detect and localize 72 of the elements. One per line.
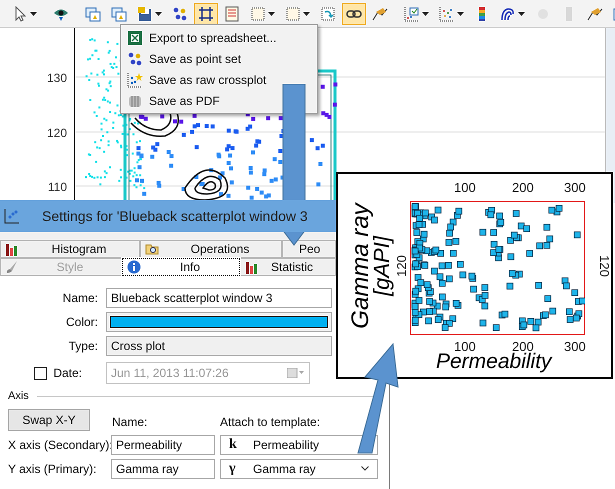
name-field[interactable]: Blueback scatterplot window 3 [106, 288, 332, 308]
color-picker[interactable] [106, 312, 332, 332]
axis-tick-label: 110 [48, 179, 67, 196]
section-title: Axis [8, 389, 29, 404]
folder-search-icon [145, 242, 159, 256]
template-symbol: γ [229, 460, 237, 478]
swap-button[interactable]: Swap X-Y [8, 408, 90, 430]
chevron-down-icon [361, 466, 369, 471]
frame-icon [285, 6, 301, 22]
scatter-icon [127, 50, 143, 66]
caret-icon [268, 12, 275, 16]
field-label: Color: [64, 314, 99, 331]
caret-icon [155, 12, 162, 16]
field-label: Date: [53, 365, 83, 382]
hand-icon [587, 6, 603, 22]
info-icon [127, 260, 141, 274]
calendar-icon [287, 368, 305, 378]
waves-icon [500, 6, 516, 22]
list-icon [224, 6, 240, 22]
field-label: Type: [68, 338, 99, 355]
crossplot-icon [127, 72, 143, 88]
menu-item[interactable]: Export to spreadsheet... [121, 27, 317, 48]
spreadsheet-icon [127, 30, 143, 46]
column-header: Name: [112, 414, 148, 430]
menu-item[interactable]: Save as point set [121, 48, 317, 69]
field-label: Name: [62, 290, 99, 307]
axis-tick-label: 300 [564, 179, 586, 197]
axis-tick-label: 200 [512, 179, 534, 197]
window-title: Settings for 'Blueback scatterplot window 3 [42, 206, 308, 226]
axis-tick-label: 120 [46, 125, 67, 142]
type-field[interactable]: Cross plot [106, 336, 332, 356]
chart-icon [404, 6, 420, 22]
tab[interactable]: Operations [140, 240, 282, 258]
template-dropdown[interactable]: k Permeability [220, 434, 378, 454]
axis-tick-label: 120 [596, 255, 611, 277]
field-label: X axis (Secondary): [8, 436, 111, 454]
bar-chart-icon [245, 260, 259, 274]
toolbar-button[interactable] [194, 2, 218, 24]
template-dropdown[interactable]: γ Gamma ray [220, 458, 378, 478]
window-icon [85, 6, 101, 22]
template-symbol: k [229, 436, 238, 454]
tab[interactable]: Peo [282, 240, 336, 258]
caret-icon [30, 12, 37, 16]
tab[interactable]: Histogram [0, 240, 140, 258]
bar-chart-icon [5, 242, 19, 256]
axis-tick-label: 100 [454, 179, 476, 197]
rotate-icon [320, 6, 336, 22]
tab[interactable]: Statistic [240, 258, 336, 276]
dots-icon [439, 6, 455, 22]
caret-icon [457, 12, 464, 16]
grid-icon [198, 6, 214, 22]
axis-name-field[interactable]: Permeability [111, 434, 215, 454]
axis-tick-label: 300 [564, 338, 586, 356]
brush-icon [5, 260, 19, 274]
axis-tick-label: 130 [46, 70, 67, 87]
field-label: Y axis (Primary): [8, 460, 98, 478]
column-header: Attach to template: [220, 414, 320, 430]
frame-icon [250, 6, 266, 22]
menu-item[interactable]: Save as raw crossplot [121, 69, 317, 90]
axis-name-field[interactable]: Gamma ray [111, 458, 215, 478]
caret-icon [422, 12, 429, 16]
save-icon [137, 6, 153, 22]
tab[interactable]: Info [122, 258, 240, 276]
toolbar-button[interactable] [342, 2, 366, 24]
hand-icon [372, 6, 388, 22]
caret-icon [303, 12, 310, 16]
scatter-icon [4, 208, 20, 224]
caret-icon [518, 12, 525, 16]
scatter-icon [172, 6, 188, 22]
axis-tick-label: 120 [394, 255, 410, 277]
window-icon [111, 6, 127, 22]
menu-item[interactable]: Save as PDF [121, 90, 317, 111]
